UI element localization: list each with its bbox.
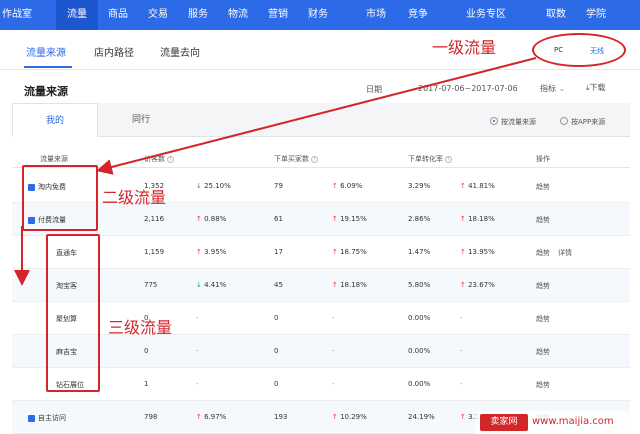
watermark-url: www.maijia.com <box>532 416 614 427</box>
watermark-logo: 卖家网 <box>480 414 528 431</box>
arrow-level1-to-level2 <box>96 57 537 175</box>
annotation-arrows <box>14 57 537 286</box>
watermark: 卖家网 www.maijia.com <box>476 411 640 434</box>
